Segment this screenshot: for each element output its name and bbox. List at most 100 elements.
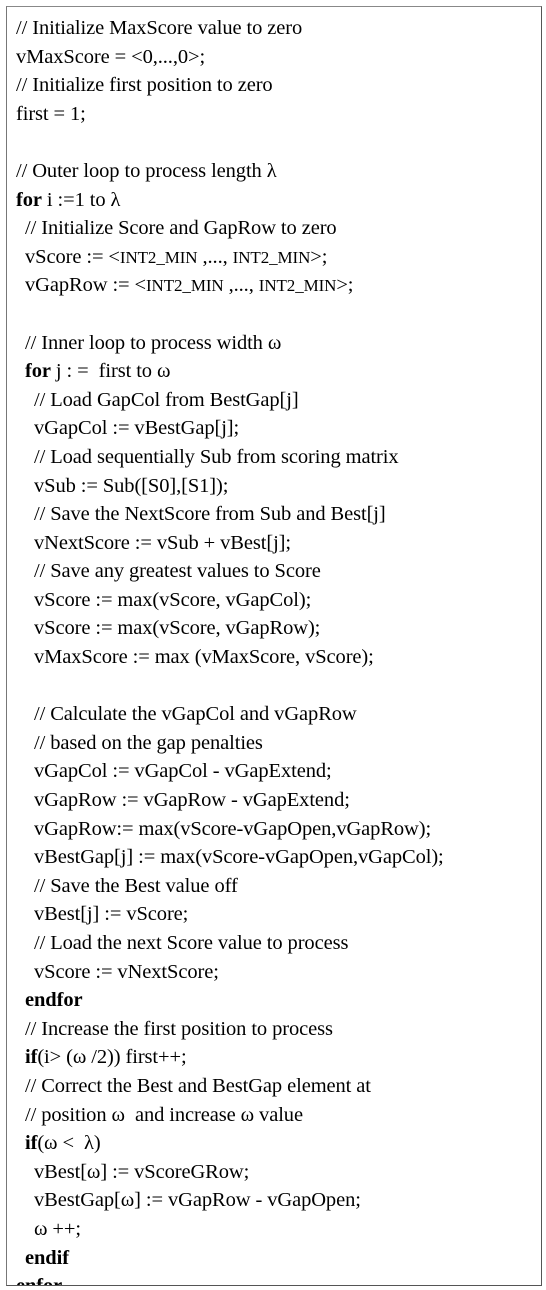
code-text: vBestGap[j] := max(vScore-vGapOpen,vGapC… — [34, 846, 444, 869]
code-keyword: if — [25, 1046, 38, 1069]
code-text: vGapRow := vGapRow - vGapExtend; — [34, 789, 350, 812]
code-line: vMaxScore := max (vMaxScore, vScore); — [16, 643, 537, 672]
code-line: vScore := max(vScore, vGapCol); — [16, 586, 537, 615]
code-line: vGapCol := vBestGap[j]; — [16, 414, 537, 443]
code-comment: // Increase the first position to proces… — [25, 1017, 333, 1040]
code-text: vBest[ω] := vScoreGRow; — [34, 1160, 250, 1183]
code-text: vGapCol := vBestGap[j]; — [34, 417, 240, 440]
code-line: vMaxScore = <0,...,0>; — [16, 43, 537, 72]
code-text: vScore := < — [25, 245, 120, 268]
code-text: vGapCol := vGapCol - vGapExtend; — [34, 760, 332, 783]
code-line: // Load sequentially Sub from scoring ma… — [16, 443, 537, 472]
code-comment: // Outer loop to process length λ — [16, 159, 277, 182]
code-line: // Outer loop to process length λ — [16, 157, 537, 186]
code-line: // Calculate the vGapCol and vGapRow — [16, 700, 537, 729]
code-text: >; — [336, 274, 354, 297]
code-keyword: for — [16, 188, 42, 211]
code-line: vGapRow := <INT2_MIN ,..., INT2_MIN>; — [16, 271, 537, 300]
code-comment: // based on the gap penalties — [34, 731, 263, 754]
code-line: if(ω < λ) — [16, 1129, 537, 1158]
code-line: for j : = first to ω — [16, 357, 537, 386]
code-comment: // Load the next Score value to process — [34, 932, 349, 954]
pseudocode-frame: // Initialize MaxScore value to zero vMax… — [6, 6, 542, 1286]
code-text: ,..., — [223, 274, 259, 297]
code-keyword: if — [25, 1132, 38, 1155]
code-line: // Initialize MaxScore value to zero — [16, 14, 537, 43]
code-line: // Increase the first position to proces… — [16, 1015, 537, 1044]
code-line: vScore := vNextScore; — [16, 958, 537, 987]
code-line: // Save the Best value off — [16, 872, 537, 901]
code-comment: // Save the Best value off — [34, 874, 238, 897]
code-line: // Save any greatest values to Score — [16, 557, 537, 586]
code-text: (ω < λ) — [37, 1132, 101, 1155]
code-text: i :=1 to λ — [41, 188, 121, 211]
code-line: // based on the gap penalties — [16, 729, 537, 758]
code-text: first = 1; — [16, 102, 86, 125]
code-line: vBest[j] := vScore; — [16, 900, 537, 929]
code-text: vBest[j] := vScore; — [34, 903, 189, 926]
code-keyword: for — [25, 360, 51, 383]
code-comment: // Correct the Best and BestGap element … — [25, 1074, 371, 1097]
pseudocode-listing: // Initialize MaxScore value to zero vMax… — [16, 14, 537, 1285]
code-text: vGapRow := < — [25, 274, 146, 297]
code-constant: INT2_MIN — [232, 247, 311, 267]
code-line: vBest[ω] := vScoreGRow; — [16, 1158, 537, 1187]
code-line: // Load the next Score value to process — [16, 929, 537, 958]
code-line: if(i> (ω /2)) first++; — [16, 1043, 537, 1072]
code-line: enfor — [16, 1272, 537, 1285]
code-comment: // Initialize first position to zero — [16, 74, 273, 97]
code-constant: INT2_MIN — [258, 276, 337, 296]
code-comment: // Save any greatest values to Score — [34, 560, 321, 583]
code-line: vBestGap[ω] := vGapRow - vGapOpen; — [16, 1186, 537, 1215]
code-comment: // position ω and increase ω value — [25, 1103, 303, 1126]
code-keyword: endfor — [25, 989, 83, 1012]
code-text: >; — [310, 245, 328, 268]
code-text: j : = first to ω — [50, 360, 171, 383]
code-line: vGapCol := vGapCol - vGapExtend; — [16, 757, 537, 786]
code-line: // position ω and increase ω value — [16, 1101, 537, 1130]
code-text: vScore := max(vScore, vGapRow); — [34, 617, 321, 640]
code-line: first = 1; — [16, 100, 537, 129]
code-line: // Correct the Best and BestGap element … — [16, 1072, 537, 1101]
pseudocode-figure: // Initialize MaxScore value to zero vMax… — [0, 0, 546, 1290]
code-line: endfor — [16, 986, 537, 1015]
code-comment: // Calculate the vGapCol and vGapRow — [34, 703, 357, 726]
code-constant: INT2_MIN — [146, 276, 224, 296]
code-line: // Initialize first position to zero — [16, 71, 537, 100]
code-text: ,..., — [197, 245, 233, 268]
code-line: vGapRow := vGapRow - vGapExtend; — [16, 786, 537, 815]
code-comment: // Save the NextScore from Sub and Best[… — [34, 503, 386, 526]
code-line: vGapRow:= max(vScore-vGapOpen,vGapRow); — [16, 815, 537, 844]
code-text: (i> (ω /2)) first++; — [37, 1046, 187, 1069]
code-text: vBestGap[ω] := vGapRow - vGapOpen; — [34, 1189, 361, 1212]
code-line: ω ++; — [16, 1215, 537, 1244]
code-line: vBestGap[j] := max(vScore-vGapOpen,vGapC… — [16, 843, 537, 872]
code-keyword: endif — [25, 1246, 69, 1269]
code-comment: // Inner loop to process width ω — [25, 331, 282, 354]
code-text: vScore := max(vScore, vGapCol); — [34, 588, 312, 611]
code-text: vGapRow:= max(vScore-vGapOpen,vGapRow); — [34, 817, 432, 840]
code-line: // Load GapCol from BestGap[j] — [16, 386, 537, 415]
code-comment: // Initialize MaxScore value to zero — [16, 17, 303, 39]
code-text: vMaxScore = <0,...,0>; — [16, 45, 206, 68]
code-comment: // Load sequentially Sub from scoring ma… — [34, 445, 399, 468]
code-text: vSub := Sub([S0],[S1]); — [34, 474, 229, 497]
code-line: // Inner loop to process width ω — [16, 329, 537, 358]
code-line: // Save the NextScore from Sub and Best[… — [16, 500, 537, 529]
code-line: vScore := <INT2_MIN ,..., INT2_MIN>; — [16, 243, 537, 272]
code-line: for i :=1 to λ — [16, 186, 537, 215]
code-keyword: enfor — [16, 1275, 62, 1285]
code-text: vScore := vNextScore; — [34, 960, 219, 983]
code-comment: // Initialize Score and GapRow to zero — [25, 217, 337, 240]
code-constant: INT2_MIN — [119, 247, 198, 267]
code-text: vMaxScore := max (vMaxScore, vScore); — [34, 646, 374, 669]
code-line: vNextScore := vSub + vBest[j]; — [16, 529, 537, 558]
code-text: vNextScore := vSub + vBest[j]; — [34, 531, 291, 554]
code-text: ω ++; — [34, 1217, 81, 1240]
code-line: vScore := max(vScore, vGapRow); — [16, 614, 537, 643]
code-line: vSub := Sub([S0],[S1]); — [16, 472, 537, 501]
code-line: // Initialize Score and GapRow to zero — [16, 214, 537, 243]
